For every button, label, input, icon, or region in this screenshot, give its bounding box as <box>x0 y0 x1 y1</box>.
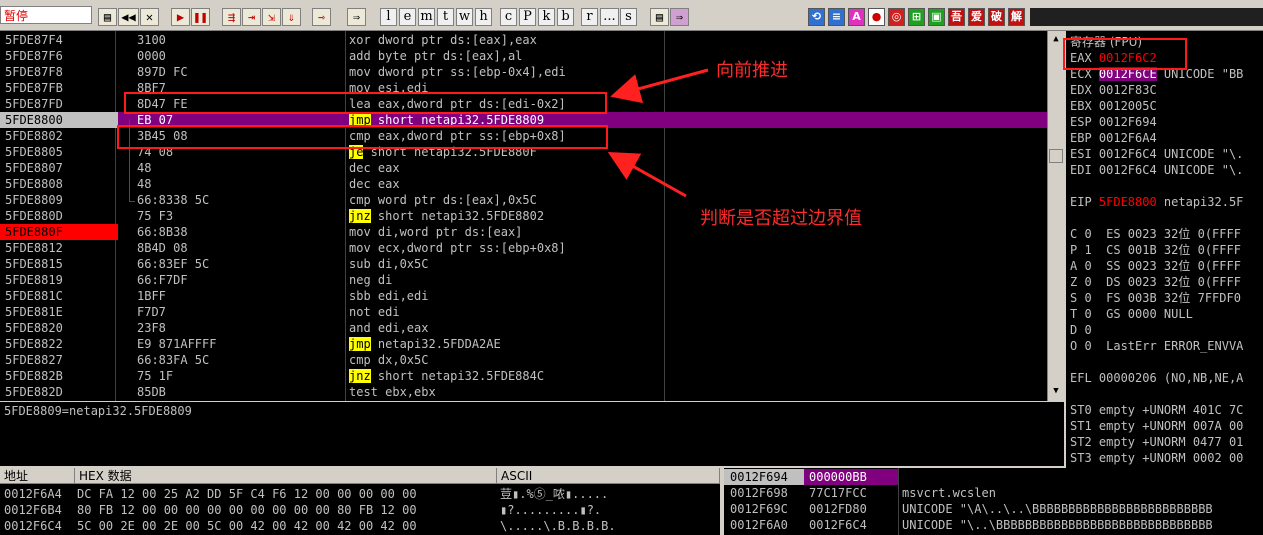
annotation-arrows <box>607 68 709 198</box>
arrow-boundary <box>607 152 687 198</box>
arrow-forward <box>610 68 709 104</box>
